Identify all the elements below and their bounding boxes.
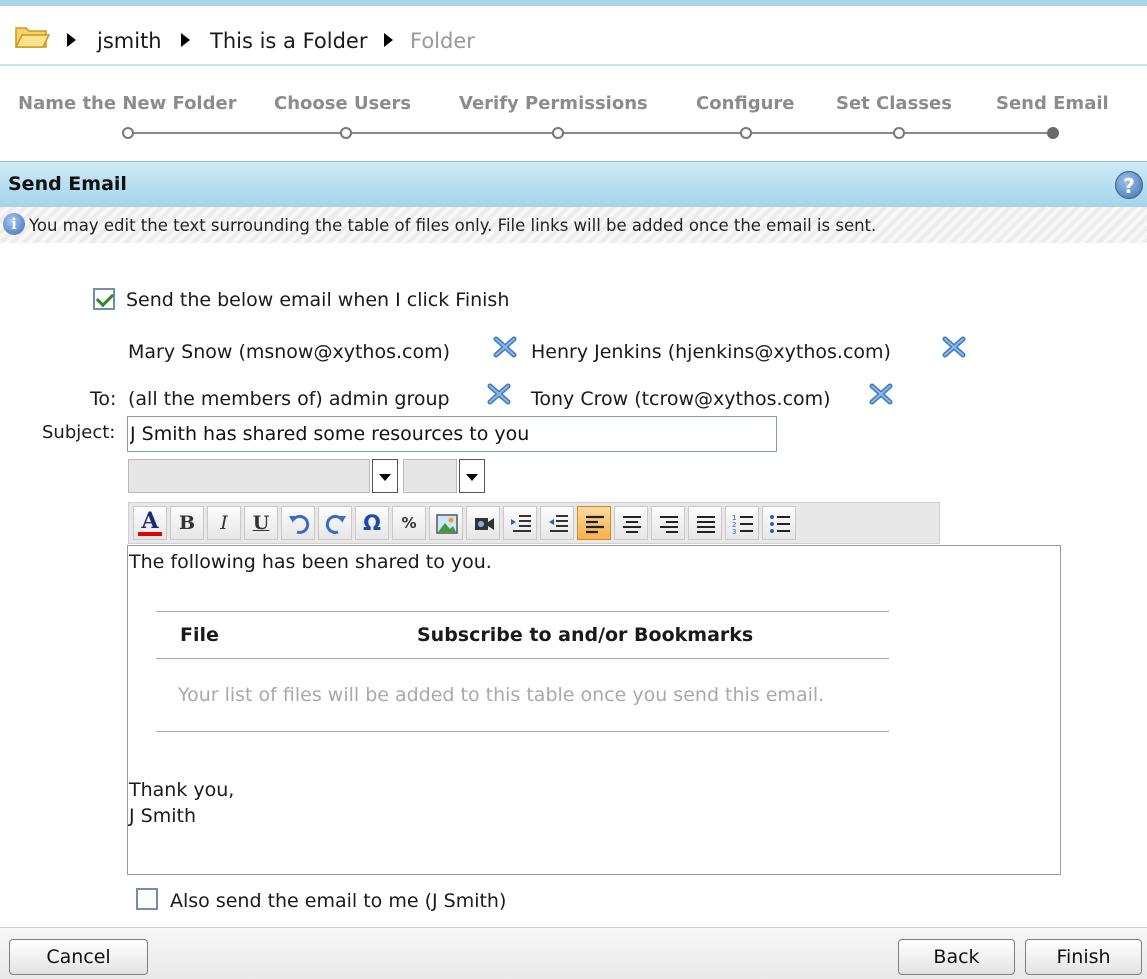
image-icon bbox=[436, 514, 458, 534]
align-center-button[interactable] bbox=[614, 506, 648, 540]
media-icon bbox=[475, 518, 494, 530]
wizard-step-dot bbox=[740, 127, 752, 139]
breadcrumb-item-jsmith[interactable]: jsmith bbox=[97, 27, 162, 55]
wizard-step-dot-current bbox=[1047, 127, 1059, 139]
insert-media-button[interactable] bbox=[466, 506, 500, 540]
outdent-icon bbox=[549, 515, 568, 532]
table-rule bbox=[156, 658, 889, 659]
align-right-icon bbox=[660, 516, 678, 533]
indent-icon bbox=[511, 515, 531, 532]
remove-recipient-icon[interactable] bbox=[941, 334, 967, 360]
wizard-step-dot bbox=[893, 127, 905, 139]
email-body-editor[interactable]: The following has been shared to you. Fi… bbox=[127, 545, 1061, 875]
justify-icon bbox=[697, 516, 715, 533]
breadcrumb-item-folder-parent[interactable]: This is a Folder bbox=[210, 27, 367, 55]
wizard-step-label: Verify Permissions bbox=[459, 93, 648, 114]
to-label: To: bbox=[90, 388, 117, 410]
insert-image-button[interactable] bbox=[429, 506, 463, 540]
outdent-button[interactable] bbox=[540, 506, 574, 540]
recipient-label: Henry Jenkins (hjenkins@xythos.com) bbox=[531, 341, 891, 363]
recipient-label: Mary Snow (msnow@xythos.com) bbox=[128, 341, 450, 363]
email-intro-text: The following has been shared to you. bbox=[129, 551, 492, 573]
wizard-step-label: Send Email bbox=[996, 93, 1109, 114]
crumb-separator-icon bbox=[67, 33, 76, 47]
footer-bar: Cancel Back Finish bbox=[0, 927, 1147, 979]
section-title: Send Email bbox=[8, 173, 127, 195]
wizard-step-label: Choose Users bbox=[274, 93, 412, 114]
crumb-separator-icon bbox=[384, 33, 393, 47]
font-size-dropdown-arrow-icon[interactable] bbox=[459, 459, 485, 493]
numbered-list-button[interactable]: 123 bbox=[725, 506, 759, 540]
back-button[interactable]: Back bbox=[898, 939, 1015, 975]
indent-button[interactable] bbox=[503, 506, 537, 540]
underline-button[interactable]: U bbox=[244, 506, 278, 540]
files-table-placeholder: Your list of files will be added to this… bbox=[178, 684, 825, 706]
table-rule bbox=[156, 731, 889, 732]
table-rule bbox=[156, 611, 889, 612]
wizard-step-dot bbox=[340, 127, 352, 139]
font-size-select[interactable] bbox=[403, 459, 457, 493]
wizard-step-label: Configure bbox=[696, 93, 795, 114]
text-color-icon: A bbox=[141, 508, 159, 534]
info-icon: i bbox=[3, 213, 25, 235]
undo-icon bbox=[289, 515, 310, 534]
svg-text:3: 3 bbox=[732, 528, 736, 536]
wizard-step-dot bbox=[552, 127, 564, 139]
breadcrumb: jsmith This is a Folder Folder bbox=[0, 0, 1147, 66]
send-email-checkbox-label: Send the below email when I click Finish bbox=[126, 289, 510, 311]
subject-input[interactable] bbox=[127, 416, 777, 452]
info-bar: i You may edit the text surrounding the … bbox=[0, 207, 1147, 243]
text-color-button[interactable]: A bbox=[133, 506, 167, 540]
cancel-button[interactable]: Cancel bbox=[9, 939, 148, 975]
redo-button[interactable] bbox=[318, 506, 352, 540]
finish-button[interactable]: Finish bbox=[1025, 939, 1142, 975]
wizard-step-label: Name the New Folder bbox=[18, 93, 237, 114]
recipient-label: Tony Crow (tcrow@xythos.com) bbox=[531, 388, 831, 410]
align-left-button[interactable] bbox=[577, 506, 611, 540]
remove-recipient-icon[interactable] bbox=[868, 381, 894, 407]
recipient-label: (all the members of) admin group bbox=[128, 388, 450, 410]
bold-button[interactable]: B bbox=[170, 506, 204, 540]
remove-format-button[interactable]: % bbox=[392, 506, 426, 540]
redo-icon bbox=[325, 515, 346, 534]
wizard-step-label: Set Classes bbox=[836, 93, 952, 114]
table-header-subscribe: Subscribe to and/or Bookmarks bbox=[417, 624, 754, 646]
align-left-icon bbox=[586, 515, 604, 534]
email-closing-text: Thank you, bbox=[129, 779, 235, 801]
section-header: Send Email ? bbox=[0, 161, 1147, 207]
wizard-progress-line bbox=[128, 132, 1054, 134]
font-family-dropdown-arrow-icon[interactable] bbox=[372, 459, 398, 493]
special-character-button[interactable]: Ω bbox=[355, 506, 389, 540]
italic-button[interactable]: I bbox=[207, 506, 241, 540]
remove-recipient-icon[interactable] bbox=[486, 381, 512, 407]
color-swatch bbox=[138, 532, 162, 536]
crumb-separator-icon bbox=[181, 33, 190, 47]
subject-label: Subject: bbox=[42, 422, 116, 443]
font-family-select[interactable] bbox=[128, 459, 370, 493]
folder-icon bbox=[14, 27, 50, 48]
breadcrumb-item-current: Folder bbox=[410, 29, 475, 53]
bullet-list-button[interactable] bbox=[762, 506, 796, 540]
editor-toolbar: A B I U Ω % 123 bbox=[128, 502, 940, 544]
remove-recipient-icon[interactable] bbox=[492, 334, 518, 360]
undo-button[interactable] bbox=[281, 506, 315, 540]
help-icon[interactable]: ? bbox=[1115, 171, 1143, 199]
send-copy-checkbox[interactable] bbox=[136, 888, 158, 910]
align-right-button[interactable] bbox=[651, 506, 685, 540]
align-center-icon bbox=[623, 516, 641, 533]
email-signature-text: J Smith bbox=[129, 805, 196, 827]
justify-button[interactable] bbox=[688, 506, 722, 540]
info-text: You may edit the text surrounding the ta… bbox=[29, 216, 877, 235]
table-header-file: File bbox=[180, 624, 219, 646]
bullet-list-icon bbox=[770, 515, 790, 533]
send-copy-checkbox-label: Also send the email to me (J Smith) bbox=[170, 890, 507, 912]
send-email-checkbox[interactable] bbox=[93, 288, 115, 310]
wizard-step-dot bbox=[122, 127, 134, 139]
numbered-list-icon: 123 bbox=[732, 514, 753, 536]
